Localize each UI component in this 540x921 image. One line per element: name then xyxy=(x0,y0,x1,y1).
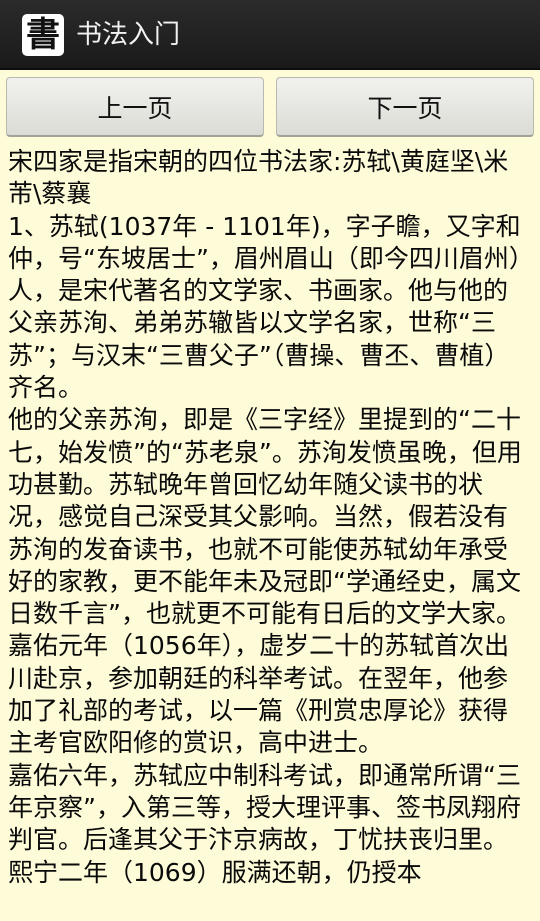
article-paragraph: 宋四家是指宋朝的四位书法家:苏轼\黄庭坚\米芾\蔡襄 xyxy=(8,147,509,209)
app-title: 书法入门 xyxy=(76,20,181,50)
article-content[interactable]: 宋四家是指宋朝的四位书法家:苏轼\黄庭坚\米芾\蔡襄 1、苏轼(1037年 - … xyxy=(8,146,532,921)
article-paragraph: 1、苏轼(1037年 - 1101年)，字子瞻，又字和仲，号“东坡居士”，眉州眉… xyxy=(8,211,522,403)
previous-page-button[interactable]: 上一页 xyxy=(6,77,264,137)
article-paragraph: 嘉佑元年（1056年），虚岁二十的苏轼首次出川赴京，参加朝廷的科举考试。在翌年，… xyxy=(8,631,510,758)
article-paragraph: 他的父亲苏洵，即是《三字经》里提到的“二十七，始发愤”的“苏老泉”。苏洵发愤虽晚… xyxy=(8,405,522,629)
article-paragraph: 嘉佑六年，苏轼应中制科考试，即通常所谓“三年京察”，入第三等，授大理评事、签书凤… xyxy=(8,760,521,887)
action-bar: 書 书法入门 xyxy=(0,0,540,70)
app-logo-icon: 書 xyxy=(22,14,64,56)
next-page-button[interactable]: 下一页 xyxy=(276,77,534,137)
